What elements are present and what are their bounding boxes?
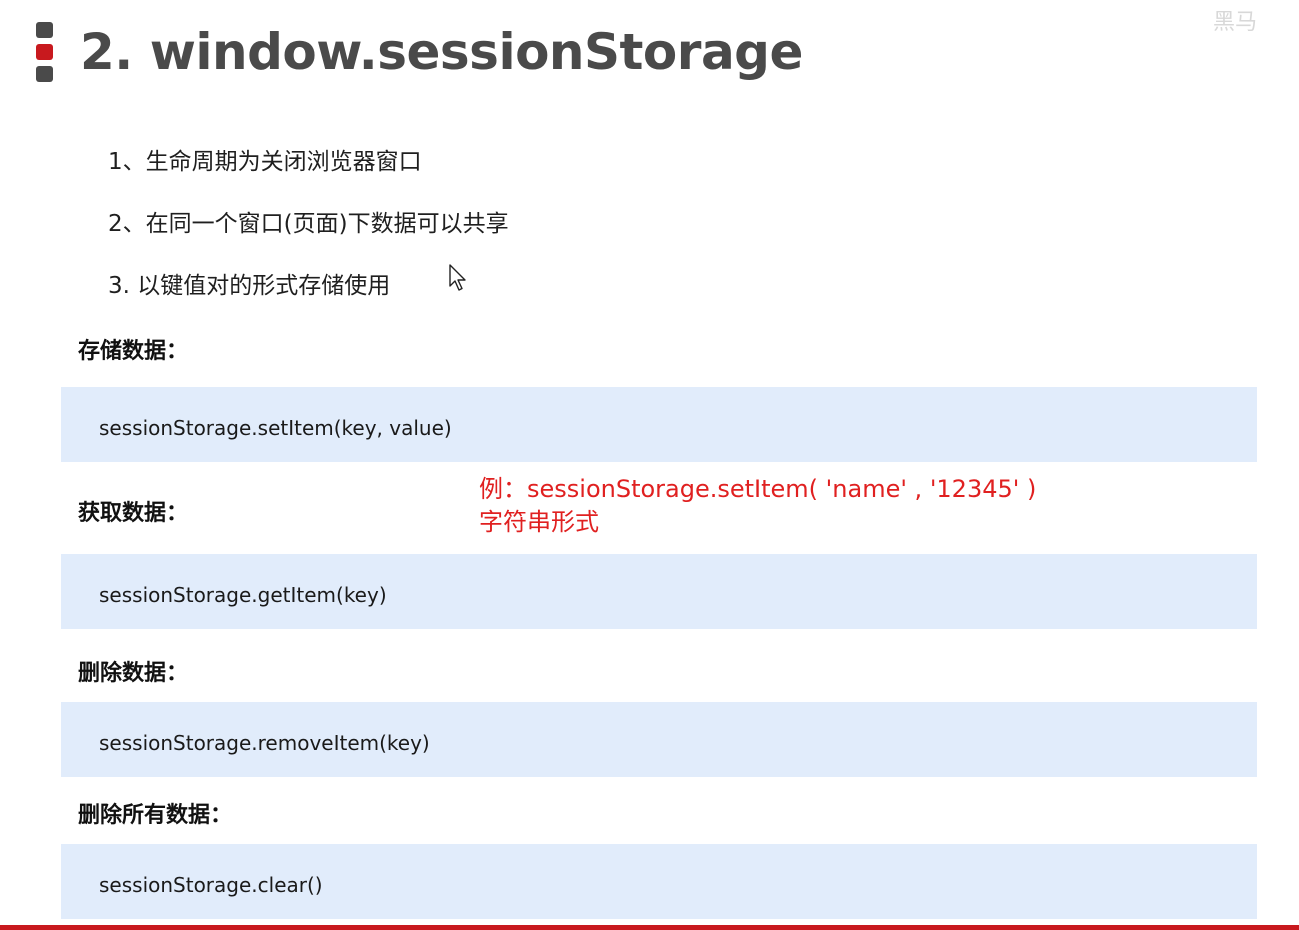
list-item: 1、生命周期为关闭浏览器窗口 [108,149,422,175]
list-item: 2、在同一个窗口(页面)下数据可以共享 [108,211,509,237]
feature-list: 1、生命周期为关闭浏览器窗口 2、在同一个窗口(页面)下数据可以共享 3. 以键… [108,138,509,324]
mouse-pointer-icon [449,264,466,291]
clear-data-label: 删除所有数据： [78,803,233,828]
bottom-divider [0,925,1299,930]
remove-data-code: sessionStorage.removeItem(key) [99,731,430,755]
annotation-line-note: 字符串形式 [479,508,599,536]
get-data-code-box: sessionStorage.getItem(key) [61,554,1257,629]
get-data-label: 获取数据： [78,501,189,526]
marker-square-middle [36,44,53,60]
get-data-code: sessionStorage.getItem(key) [99,583,387,607]
clear-data-code: sessionStorage.clear() [99,873,323,897]
remove-data-code-box: sessionStorage.removeItem(key) [61,702,1257,777]
remove-data-label: 删除数据： [78,661,189,686]
title-marker-icon [36,22,53,82]
annotation-line-example: 例：sessionStorage.setItem( 'name' , '1234… [479,475,1037,503]
marker-square-top [36,22,53,38]
store-data-label: 存储数据： [78,339,189,364]
corner-logo: 黑马 [1213,10,1258,35]
store-data-code: sessionStorage.setItem(key, value) [99,416,452,440]
page-title: 2. window.sessionStorage [80,23,803,81]
marker-square-bottom [36,66,53,82]
store-data-code-box: sessionStorage.setItem(key, value) [61,387,1257,462]
clear-data-code-box: sessionStorage.clear() [61,844,1257,919]
example-annotation: 例：sessionStorage.setItem( 'name' , '1234… [479,473,1036,539]
